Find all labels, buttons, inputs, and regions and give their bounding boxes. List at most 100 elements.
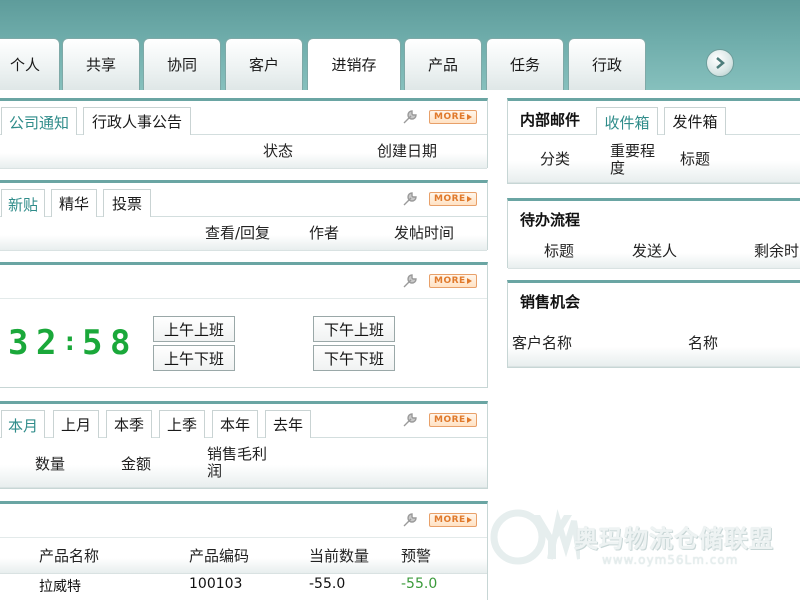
- am-check-out-button[interactable]: 上午下班: [153, 345, 235, 371]
- column-author: 作者: [309, 224, 340, 242]
- opportunity-panel-header: 销售机会: [508, 283, 800, 317]
- tab-new-posts[interactable]: 新贴: [1, 189, 45, 218]
- tab-label: 个人: [9, 56, 40, 74]
- tab-customer[interactable]: 客户: [225, 38, 303, 90]
- wrench-icon[interactable]: [401, 412, 419, 428]
- tab-label: 进销存: [331, 56, 377, 74]
- tab-inventory-sales[interactable]: 进销存: [307, 38, 401, 90]
- tab-label: 精华: [58, 195, 89, 213]
- forum-column-header: 查看/回复 作者 发帖时间: [0, 217, 487, 251]
- mail-panel-title: 内部邮件: [520, 111, 581, 129]
- tab-vote[interactable]: 投票: [103, 189, 151, 217]
- workflow-panel-header: 待办流程: [508, 201, 800, 235]
- more-button[interactable]: MORE: [429, 413, 477, 427]
- column-warning: 预警: [401, 547, 432, 565]
- tab-inbox[interactable]: 收件箱: [596, 107, 658, 136]
- pm-check-out-button[interactable]: 下午下班: [313, 345, 395, 371]
- tab-share[interactable]: 共享: [62, 38, 140, 90]
- notice-panel: 公司通知 行政人事公告 MORE 状态 创建日期: [0, 98, 488, 169]
- column-product-name: 产品名称: [39, 547, 100, 565]
- column-gross-profit: 销售毛利润: [207, 445, 268, 480]
- tab-personal[interactable]: 个人: [0, 38, 60, 90]
- tab-label: 任务: [509, 56, 540, 74]
- column-remaining-time: 剩余时: [754, 242, 800, 260]
- tab-admin[interactable]: 行政: [568, 38, 646, 90]
- tab-last-month[interactable]: 上月: [53, 410, 99, 438]
- next-tabs-button[interactable]: [706, 49, 734, 77]
- more-button[interactable]: MORE: [429, 513, 477, 527]
- tab-label: 公司通知: [8, 113, 69, 132]
- column-subject: 标题: [680, 150, 711, 168]
- pm-check-in-button[interactable]: 下午上班: [313, 316, 395, 342]
- cell-product-code: 100103: [189, 576, 243, 592]
- clock-digit: 2: [36, 323, 59, 363]
- tab-label: 本年: [219, 416, 250, 434]
- sales-stats-column-header: 数量 金额 销售毛利润: [0, 438, 487, 488]
- inventory-panel-header: MORE: [0, 504, 487, 538]
- wrench-icon[interactable]: [401, 109, 419, 125]
- tab-label: 协同: [166, 56, 197, 74]
- tab-label: 本月: [7, 416, 38, 435]
- tab-last-year[interactable]: 去年: [265, 410, 311, 438]
- workflow-panel-title: 待办流程: [520, 211, 581, 229]
- tab-product[interactable]: 产品: [404, 38, 482, 90]
- tab-outbox[interactable]: 发件箱: [664, 107, 726, 135]
- tab-label: 行政人事公告: [91, 113, 182, 131]
- chevron-right-icon: [716, 57, 725, 69]
- column-current-qty: 当前数量: [309, 547, 370, 565]
- tab-label: 行政: [591, 56, 622, 74]
- am-check-in-button[interactable]: 上午上班: [153, 316, 235, 342]
- tab-hr-announcement[interactable]: 行政人事公告: [83, 107, 191, 135]
- attendance-panel: MORE: [0, 262, 488, 388]
- mail-panel-header: 内部邮件 收件箱 发件箱: [508, 101, 800, 136]
- column-views-replies: 查看/回复: [205, 224, 271, 242]
- more-button[interactable]: MORE: [429, 192, 477, 206]
- tab-company-notice[interactable]: 公司通知: [1, 107, 77, 136]
- tab-task[interactable]: 任务: [486, 38, 564, 90]
- tab-label: 共享: [85, 56, 116, 74]
- notice-panel-header: 公司通知 行政人事公告 MORE: [0, 101, 487, 136]
- sales-stats-panel-header: 本月 上月 本季 上季 本年 去年 MORE: [0, 404, 487, 439]
- wrench-icon[interactable]: [401, 512, 419, 528]
- wrench-icon[interactable]: [401, 191, 419, 207]
- more-button[interactable]: MORE: [429, 110, 477, 124]
- oym-logo-icon: [490, 509, 580, 565]
- tab-label: 客户: [248, 56, 279, 74]
- column-create-date: 创建日期: [377, 142, 438, 160]
- tab-label: 发件箱: [672, 113, 718, 131]
- watermark-logo: 奥玛物流仓储联盟 www.oym56Lm.com: [490, 505, 795, 575]
- workflow-column-header: 标题 发送人 剩余时: [508, 235, 800, 269]
- cell-current-qty: -55.0: [309, 576, 346, 592]
- inventory-alert-panel: MORE 产品名称 产品编码 当前数量 预警 拉威特 100103 -55.0 …: [0, 501, 488, 600]
- inventory-column-header: 产品名称 产品编码 当前数量 预警: [0, 540, 487, 574]
- tab-this-quarter[interactable]: 本季: [106, 410, 152, 438]
- tab-label: 新贴: [7, 195, 38, 214]
- watermark-brand: 奥玛物流仓储联盟: [574, 525, 774, 553]
- tab-label: 上月: [60, 416, 91, 434]
- tab-last-quarter[interactable]: 上季: [159, 410, 205, 438]
- tab-label: 产品: [427, 56, 458, 74]
- tab-this-year[interactable]: 本年: [212, 410, 258, 438]
- sales-opportunity-panel: 销售机会 客户名称 名称: [507, 280, 800, 368]
- wrench-icon[interactable]: [401, 273, 419, 289]
- tab-label: 收件箱: [604, 113, 650, 132]
- table-row[interactable]: 拉威特 100103 -55.0 -55.0: [0, 574, 487, 600]
- clock-digit: 3: [8, 323, 31, 363]
- tab-this-month[interactable]: 本月: [1, 410, 45, 439]
- cell-warning: -55.0: [401, 576, 438, 592]
- column-post-time: 发帖时间: [394, 224, 455, 242]
- mail-column-header: 分类 重要程度 标题: [508, 135, 800, 183]
- opportunity-column-header: 客户名称 名称: [508, 323, 800, 367]
- watermark-url: www.oym56Lm.com: [602, 553, 739, 567]
- column-product-code: 产品编码: [189, 547, 250, 565]
- tab-featured[interactable]: 精华: [51, 189, 97, 217]
- more-button[interactable]: MORE: [429, 274, 477, 288]
- column-category: 分类: [540, 150, 571, 168]
- column-title: 标题: [544, 242, 575, 260]
- column-customer-name: 客户名称: [512, 334, 573, 352]
- column-name: 名称: [688, 334, 719, 352]
- clock-digit: 8: [110, 323, 133, 363]
- clock-digit: 5: [82, 323, 105, 363]
- tab-collaboration[interactable]: 协同: [143, 38, 221, 90]
- clock-separator: :: [62, 327, 80, 357]
